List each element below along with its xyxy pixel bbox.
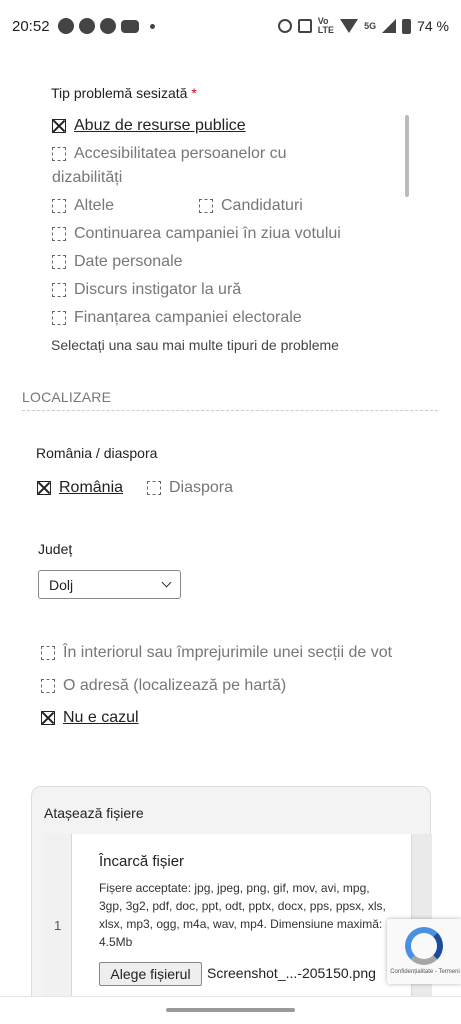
county-select-value: Dolj: [49, 576, 74, 593]
checkbox-empty-icon: [199, 199, 213, 213]
issue-option-date-personale[interactable]: Date personale: [52, 253, 183, 271]
recaptcha-icon: [405, 927, 443, 965]
recaptcha-terms[interactable]: Confidențialitate - Termeni: [390, 969, 460, 975]
checkbox-empty-icon: [52, 199, 66, 213]
alarm-icon: [277, 19, 292, 33]
selected-file-name: Screenshot_...-205150.png: [207, 965, 376, 981]
issue-option-continuarea[interactable]: Continuarea campaniei în ziua votului: [52, 225, 341, 243]
place-option-sectie[interactable]: În interiorul sau împrejurimile unei sec…: [41, 644, 392, 662]
options-scrollbar[interactable]: [405, 115, 409, 197]
chrome-icon: [99, 18, 116, 34]
wifi-icon: [340, 19, 359, 33]
checkbox-empty-icon: [52, 227, 66, 241]
home-gesture-handle[interactable]: [166, 1008, 295, 1012]
volte-icon: Vo LTE: [317, 16, 335, 35]
checkbox-checked-icon: [37, 481, 51, 495]
battery-icon: [402, 18, 412, 34]
place-option-adresa[interactable]: O adresă (localizează pe hartă): [41, 677, 286, 695]
checkbox-empty-icon: [41, 679, 55, 693]
issue-option-altele[interactable]: Altele: [52, 197, 114, 215]
status-right: Vo LTE 5G 74 %: [277, 16, 449, 35]
facebook-icon: [78, 18, 95, 34]
checkbox-empty-icon: [52, 283, 66, 297]
county-label: Județ: [38, 541, 73, 557]
checkbox-empty-icon: [147, 481, 161, 495]
file-row-number: 1: [54, 918, 62, 933]
place-option-nu-e-cazul[interactable]: Nu e cazul: [41, 709, 139, 727]
checkbox-empty-icon: [52, 255, 66, 269]
youtube-icon: [120, 19, 139, 33]
checkbox-checked-icon: [41, 711, 55, 725]
issue-option-discurs[interactable]: Discurs instigator la ură: [52, 281, 241, 299]
region-option-romania[interactable]: România: [37, 479, 123, 497]
location-divider: [22, 410, 438, 411]
status-bar: 20:52 Vo LTE 5G 74 %: [0, 0, 461, 52]
messenger-icon: [57, 18, 74, 34]
location-header: LOCALIZARE: [22, 389, 112, 405]
county-select[interactable]: Dolj: [38, 570, 181, 599]
issue-type-helper: Selectați una sau mai multe tipuri de pr…: [51, 337, 339, 353]
more-notifications-icon: [149, 23, 155, 29]
signal-icon: [382, 19, 397, 33]
checkbox-empty-icon: [52, 311, 66, 325]
attachments-title: Atașează fișiere: [44, 805, 144, 821]
checkbox-empty-icon: [52, 147, 66, 161]
issue-option-accesibilitate[interactable]: Accesibilitatea persoanelor cu: [52, 145, 287, 163]
status-time: 20:52: [12, 17, 50, 35]
region-label: România / diaspora: [36, 445, 158, 461]
issue-option-candidaturi[interactable]: Candidaturi: [199, 197, 303, 215]
required-mark: *: [191, 85, 197, 101]
region-option-diaspora[interactable]: Diaspora: [147, 479, 233, 497]
battery-level: 74 %: [417, 18, 449, 34]
checkbox-empty-icon: [41, 646, 55, 660]
choose-file-button[interactable]: Alege fișierul: [99, 962, 202, 986]
network-5g-icon: 5G: [364, 20, 377, 31]
issue-option-finantare[interactable]: Finanțarea campaniei electorale: [52, 309, 302, 327]
upload-description: Fișere acceptate: jpg, jpeg, png, gif, m…: [99, 881, 386, 949]
checkbox-checked-icon: [52, 119, 66, 133]
issue-option-accesibilitate-cont: dizabilități: [52, 169, 123, 186]
chevron-down-icon: [161, 577, 172, 588]
recaptcha-badge[interactable]: Confidențialitate - Termeni: [387, 919, 461, 984]
nfc-icon: [297, 19, 312, 33]
upload-title: Încarcă fișier: [99, 853, 185, 870]
issue-type-label: Tip problemă sesizată *: [51, 85, 197, 101]
issue-option-abuz[interactable]: Abuz de resurse publice: [52, 117, 246, 135]
